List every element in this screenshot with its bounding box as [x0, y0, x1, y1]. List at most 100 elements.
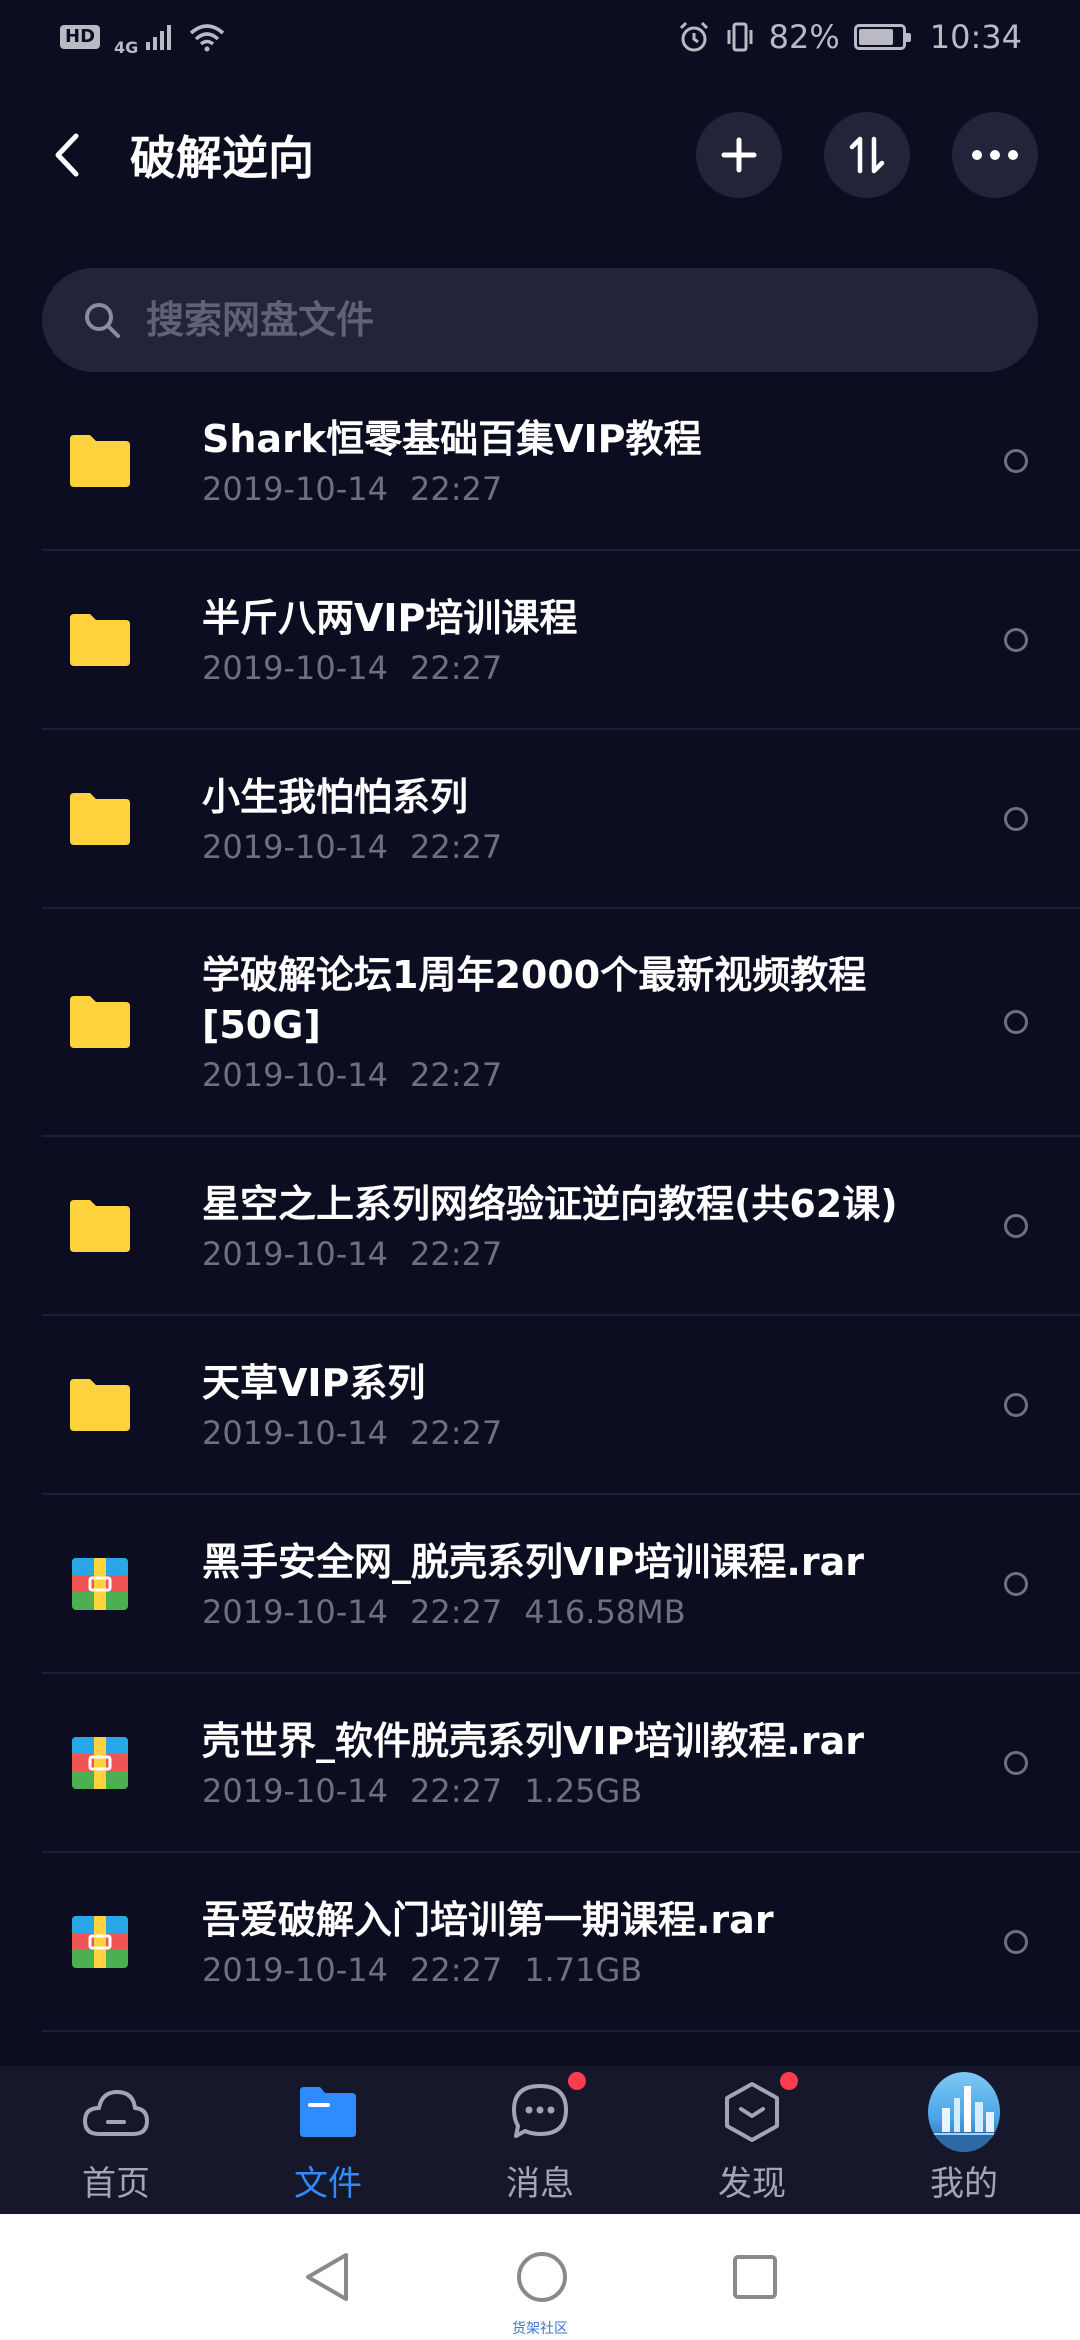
nav-item-discover[interactable]: 发现: [662, 2071, 842, 2205]
select-radio[interactable]: [1004, 1571, 1028, 1596]
file-row[interactable]: 小生我怕怕系列 2019-10-14 22:27: [42, 730, 1080, 909]
file-date: 2019-10-14: [202, 1234, 388, 1273]
clock: 10:34: [929, 18, 1022, 56]
nav-item-messages[interactable]: 消息: [450, 2071, 630, 2205]
cloud-home-icon: [83, 2089, 149, 2136]
file-meta: 2019-10-14 22:27: [202, 470, 1004, 508]
file-name: Shark恒零基础百集VIP教程: [202, 416, 702, 461]
file-info: 吾爱破解入门培训第一期课程.rar 2019-10-14 22:27 1.71GB: [202, 1895, 1004, 1989]
file-info: 星空之上系列网络验证逆向教程(共62课) 2019-10-14 22:27: [202, 1179, 1004, 1273]
folder-icon: [70, 613, 130, 666]
file-time: 22:27: [409, 827, 503, 866]
nav-item-me[interactable]: 我的: [874, 2071, 1054, 2205]
file-meta: 2019-10-14 22:27: [202, 1235, 1004, 1273]
file-row[interactable]: 学破解论坛1周年2000个最新视频教程[50G] 2019-10-14 22:27: [42, 909, 1080, 1137]
hd-badge: HD: [60, 25, 101, 49]
nav-item-home[interactable]: 首页: [26, 2076, 206, 2205]
file-size: 1.25GB: [524, 1771, 643, 1810]
add-button[interactable]: [696, 112, 782, 198]
watermark: 货架社区: [512, 2321, 568, 2337]
file-meta: 2019-10-14 22:27 1.71GB: [202, 1951, 1004, 1989]
file-time: 22:27: [409, 648, 503, 687]
folder-icon: [70, 1199, 130, 1252]
file-row[interactable]: 壳世界_软件脱壳系列VIP培训教程.rar 2019-10-14 22:27 1.2…: [42, 1674, 1080, 1853]
nav-label: 发现: [718, 2163, 786, 2204]
file-time: 22:27: [409, 1771, 503, 1810]
more-button[interactable]: [952, 112, 1038, 198]
nav-label: 首页: [82, 2163, 150, 2204]
file-info: 半斤八两VIP培训课程 2019-10-14 22:27: [202, 593, 1004, 687]
file-meta: 2019-10-14 22:27: [202, 1414, 1004, 1452]
select-radio[interactable]: [1004, 627, 1028, 652]
folder-icon: [70, 996, 130, 1048]
nav-item-files[interactable]: 文件: [238, 2076, 418, 2205]
back-chevron-icon: [55, 133, 79, 177]
battery-level: [858, 29, 894, 45]
select-radio[interactable]: [1004, 1010, 1028, 1034]
search-icon: [85, 303, 120, 338]
file-info: 黑手安全网_脱壳系列VIP培训课程.rar 2019-10-14 22:27 416…: [202, 1537, 1004, 1631]
file-name: 吾爱破解入门培训第一期课程.rar: [202, 1897, 774, 1942]
select-radio[interactable]: [1004, 806, 1028, 831]
select-radio[interactable]: [1004, 1213, 1028, 1238]
rar-archive-icon: [72, 1736, 128, 1789]
nav-label: 我的: [930, 2163, 998, 2204]
vibrate-icon: [725, 20, 755, 54]
avatar: [928, 2071, 1000, 2152]
file-list: Shark恒零基础百集VIP教程 2019-10-14 22:27 半斤八两VIP…: [0, 372, 1080, 2032]
network-type: 4G: [114, 37, 139, 57]
file-time: 22:27: [409, 1413, 503, 1452]
file-info: 天草VIP系列 2019-10-14 22:27: [202, 1358, 1004, 1452]
search-input[interactable]: [146, 298, 946, 342]
file-time: 22:27: [409, 1056, 503, 1094]
bottom-nav: 首页 文件 消息 发现 我的: [0, 2066, 1080, 2214]
select-radio[interactable]: [1004, 448, 1028, 473]
recents-square-icon[interactable]: [730, 2252, 780, 2302]
file-row[interactable]: Shark恒零基础百集VIP教程 2019-10-14 22:27: [42, 372, 1080, 551]
back-button[interactable]: [52, 125, 92, 185]
file-date: 2019-10-14: [202, 827, 388, 866]
file-info: Shark恒零基础百集VIP教程 2019-10-14 22:27: [202, 414, 1004, 508]
status-right: 82% 10:34: [677, 18, 1022, 56]
rar-archive-icon: [72, 1915, 128, 1968]
select-radio[interactable]: [1004, 1929, 1028, 1954]
back-triangle-icon[interactable]: [300, 2249, 354, 2305]
nav-label: 文件: [294, 2163, 362, 2204]
status-bar: HD 4G 82% 10:34: [0, 0, 1080, 74]
file-row[interactable]: 吾爱破解入门培训第一期课程.rar 2019-10-14 22:27 1.71GB: [42, 1853, 1080, 2032]
home-circle-icon[interactable]: [514, 2249, 570, 2305]
folder-icon: [300, 2086, 356, 2137]
status-left: HD 4G: [60, 18, 226, 57]
page-title: 破解逆向: [130, 131, 314, 185]
file-row[interactable]: 黑手安全网_脱壳系列VIP培训课程.rar 2019-10-14 22:27 416…: [42, 1495, 1080, 1674]
folder-icon: [70, 434, 130, 487]
file-date: 2019-10-14: [202, 1056, 388, 1094]
search-bar[interactable]: [42, 268, 1038, 372]
notification-badge: [780, 2071, 798, 2090]
file-row[interactable]: 半斤八两VIP培训课程 2019-10-14 22:27: [42, 551, 1080, 730]
file-time: 22:27: [409, 1950, 503, 1989]
file-date: 2019-10-14: [202, 469, 388, 508]
more-icon: [972, 150, 1018, 160]
file-info: 壳世界_软件脱壳系列VIP培训教程.rar 2019-10-14 22:27 1.2…: [202, 1716, 1004, 1810]
select-radio[interactable]: [1004, 1392, 1028, 1417]
app-root: HD 4G 82% 10:34 破解逆向 搜索网盘文件 Shark恒零基础百集V…: [0, 0, 1080, 2340]
file-row[interactable]: 天草VIP系列 2019-10-14 22:27: [42, 1316, 1080, 1495]
chat-icon: [512, 2083, 568, 2138]
wifi-icon: [188, 22, 226, 52]
file-name: 星空之上系列网络验证逆向教程(共62课): [202, 1181, 898, 1226]
discover-box-icon: [725, 2081, 779, 2142]
battery-percent: 82%: [768, 18, 840, 56]
signal-icon: [144, 22, 174, 52]
file-name: 半斤八两VIP培训课程: [202, 595, 578, 640]
file-date: 2019-10-14: [202, 1413, 388, 1452]
file-time: 22:27: [409, 1234, 503, 1273]
file-row[interactable]: 星空之上系列网络验证逆向教程(共62课) 2019-10-14 22:27: [42, 1137, 1080, 1316]
sort-button[interactable]: [824, 112, 910, 198]
plus-icon: [721, 137, 757, 173]
alarm-icon: [677, 20, 711, 54]
file-meta: 2019-10-14 22:27: [202, 649, 1004, 687]
header: 破解逆向: [0, 100, 1080, 210]
select-radio[interactable]: [1004, 1750, 1028, 1775]
file-meta: 2019-10-14 22:27: [202, 828, 1004, 866]
